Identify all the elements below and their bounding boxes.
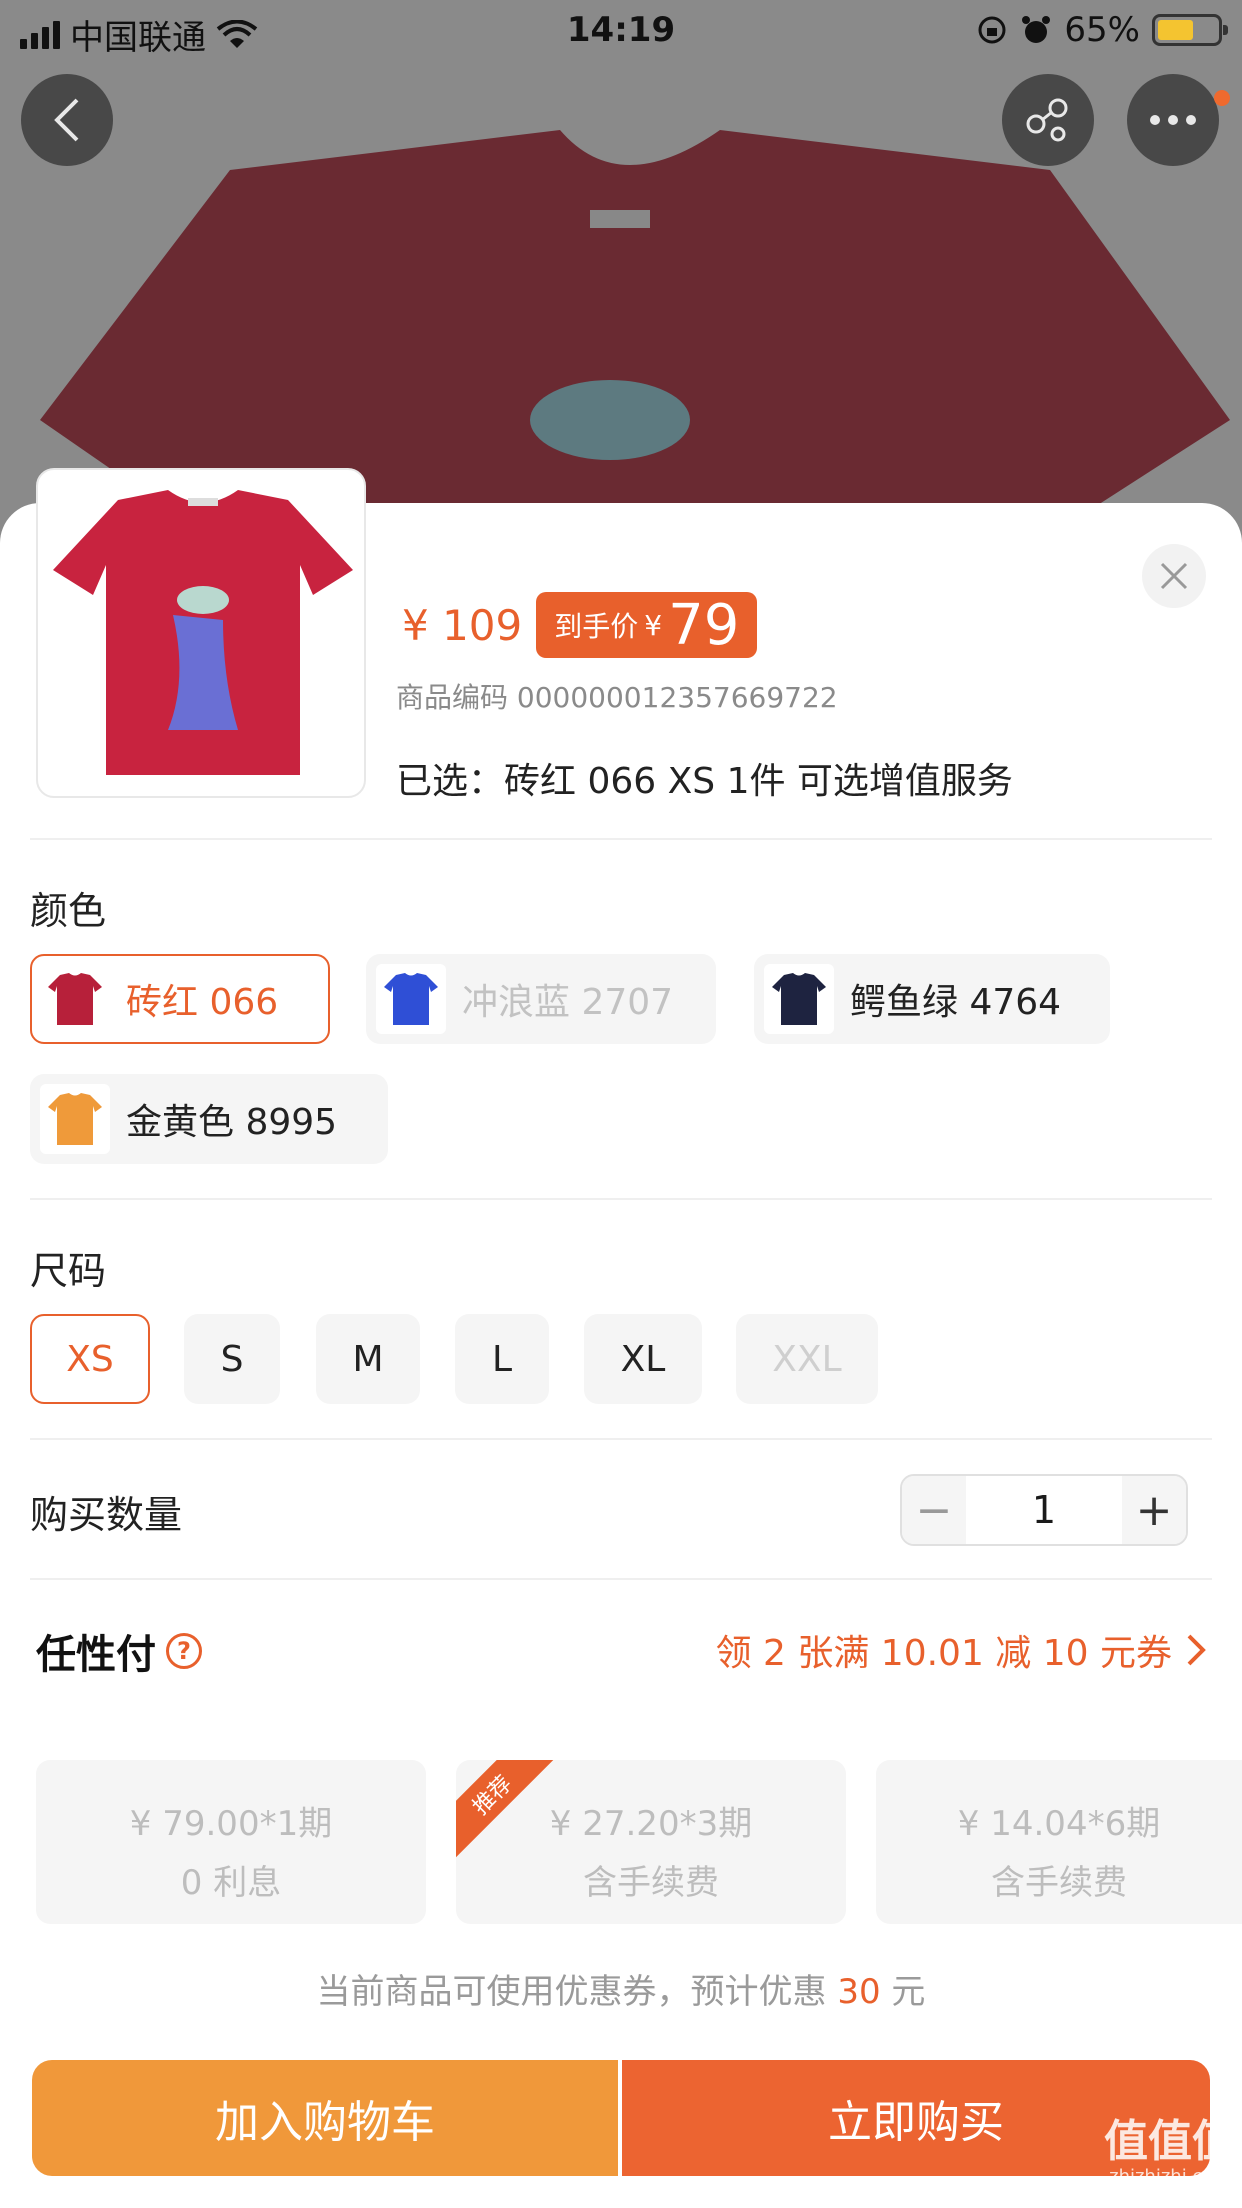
deal-currency: ¥ [644, 608, 663, 642]
original-price: ¥ 109 [402, 600, 523, 650]
quantity-decrease-button[interactable]: − [902, 1476, 966, 1544]
color-option-label: 冲浪蓝 2707 [462, 982, 674, 1023]
sku-label: 商品编码 [396, 681, 509, 714]
installment-plan-6[interactable]: ¥ 14.04*6期 含手续费 [876, 1760, 1242, 1924]
red-tshirt-image [53, 490, 353, 775]
chevron-left-icon [54, 98, 79, 142]
share-button[interactable] [1002, 74, 1094, 166]
divider [30, 1578, 1212, 1580]
color-section-title: 颜色 [30, 889, 107, 933]
divider [30, 838, 1212, 840]
selected-summary: 已选：砖红 066 XS 1件 可选增值服务 [396, 752, 1013, 804]
color-option-label: 鳄鱼绿 4764 [850, 982, 1062, 1023]
close-button[interactable] [1142, 544, 1206, 608]
size-option-l[interactable]: L [455, 1314, 549, 1404]
price-row: ¥ 109 到手价 ¥ 79 [402, 592, 758, 658]
size-option-xs[interactable]: XS [30, 1314, 150, 1404]
coupon-link[interactable]: 领 2 张满 10.01 减 10 元券 [716, 1624, 1206, 1676]
sku-code: 商品编码 000000012357669722 [396, 676, 838, 716]
coupon-note-prefix: 当前商品可使用优惠券，预计优惠 [316, 1972, 838, 2012]
color-option-label: 金黄色 8995 [126, 1102, 338, 1143]
status-bar: 中国联通 14:19 65% [0, 0, 1242, 62]
plan-fee: 含手续费 [991, 1863, 1127, 1903]
close-icon [1160, 562, 1188, 590]
navy-tshirt-swatch [764, 964, 834, 1034]
size-option-xxl[interactable]: XXL [736, 1314, 878, 1404]
blue-tshirt-swatch [376, 964, 446, 1034]
rotation-lock-icon [978, 16, 1006, 44]
installment-plan-3[interactable]: 推荐 ¥ 27.20*3期 含手续费 [456, 1760, 846, 1924]
divider [30, 1198, 1212, 1200]
color-option-crocodile-green[interactable]: 鳄鱼绿 4764 [754, 954, 1110, 1044]
more-dots-icon [1150, 115, 1196, 125]
plan-fee: 含手续费 [583, 1863, 719, 1903]
help-icon[interactable]: ? [166, 1633, 202, 1669]
notification-dot [1214, 90, 1230, 106]
installment-plan-1[interactable]: ¥ 79.00*1期 0 利息 [36, 1760, 426, 1924]
size-option-xl[interactable]: XL [584, 1314, 702, 1404]
deal-price-badge: 到手价 ¥ 79 [536, 592, 758, 658]
plan-amount: ¥ 79.00*1期 [129, 1804, 333, 1844]
share-icon [1026, 98, 1068, 142]
size-section-title: 尺码 [30, 1249, 107, 1293]
quantity-value[interactable]: 1 [966, 1488, 1122, 1532]
battery-percentage: 65% [1064, 10, 1140, 50]
color-option-golden-yellow[interactable]: 金黄色 8995 [30, 1074, 388, 1164]
battery-icon [1152, 14, 1228, 46]
product-thumbnail [36, 468, 366, 798]
more-button[interactable] [1127, 74, 1219, 166]
quantity-stepper: − 1 + [900, 1474, 1188, 1546]
orange-tshirt-swatch [40, 1084, 110, 1154]
selected-value: 砖红 066 XS 1件 可选增值服务 [504, 761, 1013, 802]
plan-amount: ¥ 14.04*6期 [957, 1804, 1161, 1844]
size-option-s[interactable]: S [184, 1314, 280, 1404]
coupon-note: 当前商品可使用优惠券，预计优惠 30 元 [0, 1964, 1242, 2013]
coupon-note-amount: 30 [837, 1972, 881, 2012]
quantity-increase-button[interactable]: + [1122, 1476, 1186, 1544]
sku-value: 000000012357669722 [516, 681, 838, 714]
alarm-icon [1022, 16, 1051, 43]
divider [30, 1438, 1212, 1440]
chevron-right-icon [1187, 1634, 1206, 1666]
color-option-brick-red[interactable]: 砖红 066 [30, 954, 330, 1044]
coupon-text: 领 2 张满 10.01 减 10 元券 [715, 1633, 1172, 1674]
size-option-m[interactable]: M [316, 1314, 420, 1404]
deal-label: 到手价 [554, 610, 639, 643]
site-watermark: 值值值 zhizhizhi.com [1104, 2120, 1236, 2186]
installment-title: 任性付 [36, 1632, 156, 1678]
red-tshirt-swatch [40, 964, 110, 1034]
watermark-main: 值值值 [1104, 2116, 1236, 2167]
back-button[interactable] [21, 74, 113, 166]
watermark-sub: zhizhizhi.com [1109, 2166, 1231, 2187]
installment-title-row: 任性付 ? [36, 1622, 202, 1680]
color-option-label: 砖红 066 [126, 982, 279, 1023]
color-option-surf-blue[interactable]: 冲浪蓝 2707 [366, 954, 716, 1044]
coupon-note-suffix: 元 [880, 1972, 926, 2012]
quantity-title: 购买数量 [30, 1493, 183, 1537]
deal-price: 79 [668, 592, 740, 658]
add-to-cart-button[interactable]: 加入购物车 [32, 2060, 618, 2176]
selected-label: 已选： [396, 761, 505, 802]
plan-amount: ¥ 27.20*3期 [549, 1804, 753, 1844]
plan-fee: 0 利息 [180, 1863, 282, 1903]
